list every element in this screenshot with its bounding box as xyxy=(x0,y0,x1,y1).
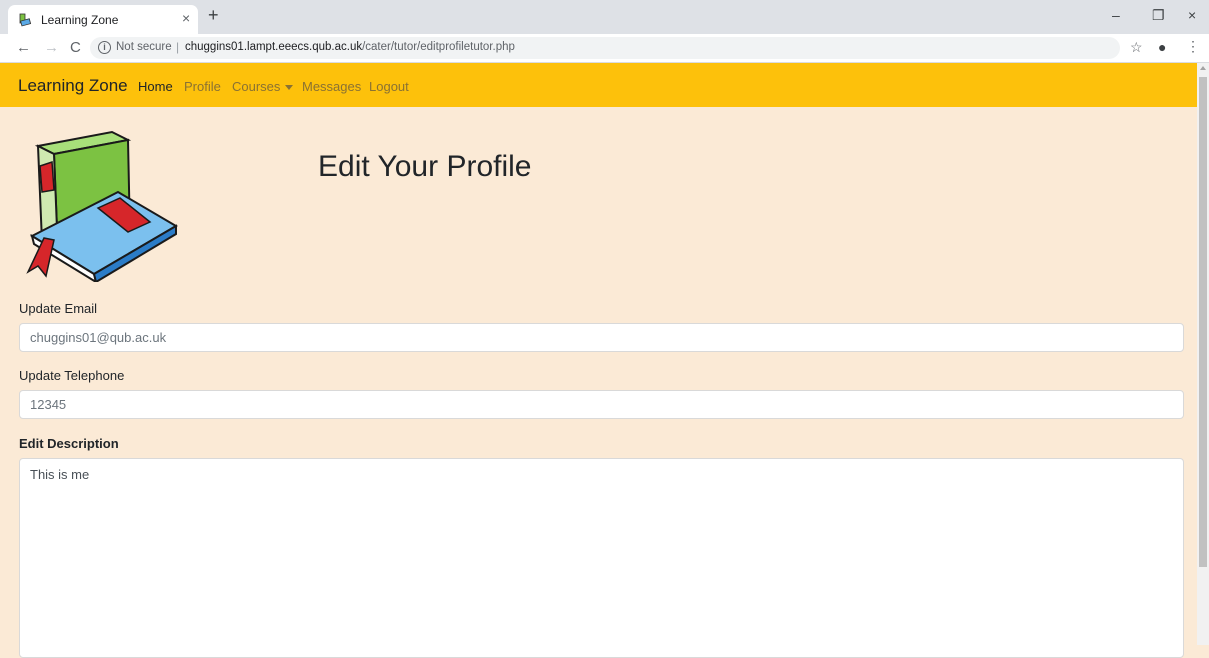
nav-link-messages[interactable]: Messages xyxy=(302,79,361,94)
maximize-icon[interactable]: ❐ xyxy=(1152,7,1165,24)
reload-icon[interactable]: C xyxy=(70,39,81,56)
menu-icon[interactable]: ⋮ xyxy=(1186,38,1200,55)
forward-icon[interactable]: → xyxy=(44,39,59,56)
tab-title: Learning Zone xyxy=(41,13,119,27)
books-icon xyxy=(19,13,32,27)
browser-tab[interactable]: Learning Zone × xyxy=(8,5,198,34)
minimize-icon[interactable]: – xyxy=(1112,7,1120,23)
url-separator: | xyxy=(176,40,180,54)
nav-link-home[interactable]: Home xyxy=(138,79,173,94)
page-scrollbar[interactable] xyxy=(1197,63,1209,645)
url-path: /cater/tutor/editprofiletutor.php xyxy=(362,41,515,53)
email-field[interactable] xyxy=(19,323,1184,352)
nav-link-courses-label: Courses xyxy=(232,79,281,94)
scroll-thumb[interactable] xyxy=(1199,77,1207,567)
window-close-icon[interactable]: × xyxy=(1188,7,1196,23)
back-icon[interactable]: ← xyxy=(16,39,31,56)
books-logo xyxy=(26,130,178,282)
nav-link-logout[interactable]: Logout xyxy=(369,79,409,94)
navbar-brand[interactable]: Learning Zone xyxy=(18,76,128,96)
description-textarea[interactable]: This is me xyxy=(19,458,1184,658)
browser-tab-strip: Learning Zone × + – ❐ × xyxy=(0,0,1209,34)
new-tab-button[interactable]: + xyxy=(208,5,219,26)
tab-close-icon[interactable]: × xyxy=(182,10,190,26)
page-title: Edit Your Profile xyxy=(318,150,532,183)
info-icon[interactable]: i xyxy=(98,41,111,54)
site-navbar: Learning Zone Home Profile Courses Messa… xyxy=(0,63,1197,107)
bookmark-star-icon[interactable]: ☆ xyxy=(1130,39,1143,56)
description-label: Edit Description xyxy=(19,436,119,451)
url-input[interactable]: i Not secure | chuggins01.lampt.eeecs.qu… xyxy=(90,37,1120,59)
account-icon[interactable]: ● xyxy=(1158,39,1166,55)
url-text: chuggins01.lampt.eeecs.qub.ac.uk/cater/t… xyxy=(185,41,515,53)
email-label: Update Email xyxy=(19,301,98,316)
nav-link-profile[interactable]: Profile xyxy=(184,79,221,94)
scroll-up-icon[interactable] xyxy=(1200,66,1206,70)
chevron-down-icon xyxy=(285,85,294,91)
url-host: chuggins01.lampt.eeecs.qub.ac.uk xyxy=(185,41,363,53)
security-label: Not secure xyxy=(116,41,172,53)
address-bar: ← → C i Not secure | chuggins01.lampt.ee… xyxy=(0,34,1209,63)
nav-link-courses[interactable]: Courses xyxy=(232,79,294,94)
telephone-field[interactable] xyxy=(19,390,1184,419)
telephone-label: Update Telephone xyxy=(19,368,125,383)
